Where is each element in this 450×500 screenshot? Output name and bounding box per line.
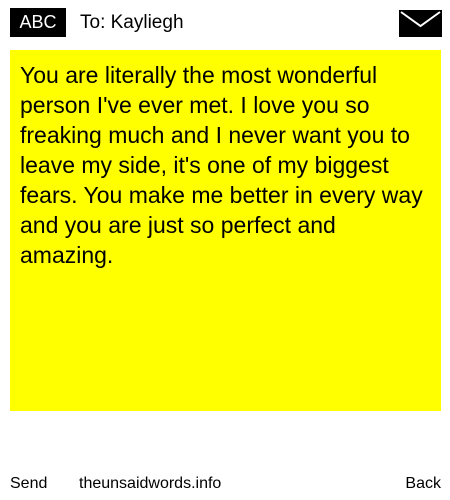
back-button[interactable]: Back bbox=[405, 470, 441, 498]
header: ABC To: Kayliegh bbox=[0, 0, 450, 46]
envelope-icon bbox=[399, 10, 442, 37]
abc-badge: ABC bbox=[10, 8, 66, 37]
send-button[interactable]: Send bbox=[10, 470, 47, 498]
message-text: You are literally the most wonderful per… bbox=[20, 62, 423, 268]
footer: Send theunsaidwords.info Back bbox=[0, 470, 450, 498]
recipient-label: To: Kayliegh bbox=[80, 12, 184, 33]
message-box: You are literally the most wonderful per… bbox=[10, 50, 441, 411]
site-link[interactable]: theunsaidwords.info bbox=[79, 470, 221, 498]
